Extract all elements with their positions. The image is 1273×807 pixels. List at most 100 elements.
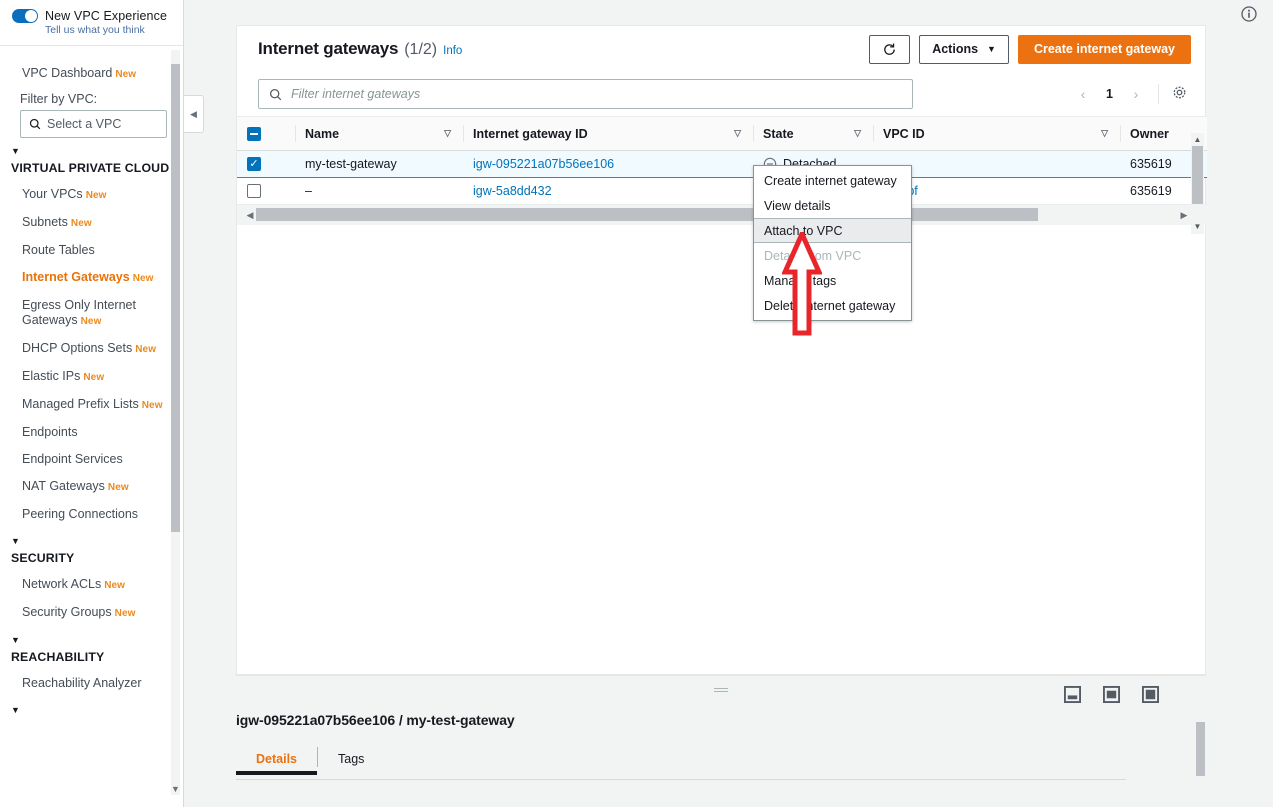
sidebar-item-vpc-dashboard[interactable]: VPC Dashboard New xyxy=(0,60,183,88)
section-caret-reachability[interactable]: ▼ xyxy=(0,627,183,645)
sidebar-item-label: VPC Dashboard xyxy=(22,66,113,80)
new-badge: New xyxy=(141,400,163,411)
sidebar-scroll-down-arrow[interactable]: ▼ xyxy=(171,785,180,795)
sidebar-scrollbar-thumb[interactable] xyxy=(171,64,180,532)
sidebar-item-route-tables[interactable]: Route Tables xyxy=(0,237,183,264)
detail-panel-scrollbar-thumb[interactable] xyxy=(1196,722,1205,776)
scroll-up-arrow[interactable]: ▲ xyxy=(1192,134,1203,146)
refresh-button[interactable] xyxy=(869,34,911,64)
column-header-vpc-id[interactable]: VPC ID ▽ xyxy=(873,116,1120,151)
table-horizontal-scrollbar[interactable]: ◀ ▶ xyxy=(237,205,1207,225)
row-checkbox[interactable] xyxy=(247,184,261,199)
column-label: State xyxy=(763,126,794,141)
actions-button[interactable]: Actions ▼ xyxy=(919,34,1009,64)
info-link[interactable]: Info xyxy=(443,45,462,57)
tab-tags[interactable]: Tags xyxy=(318,746,384,775)
table-row[interactable]: ✓ my-test-gateway igw-095221a07b56ee106 xyxy=(237,150,1207,178)
row-checkbox[interactable]: ✓ xyxy=(247,157,261,172)
table-header-row: Name ▽ Internet gateway ID ▽ State ▽ VPC… xyxy=(237,116,1207,151)
sidebar-item-egress-only-internet-gateways[interactable]: Egress Only Internet Gateways New xyxy=(0,292,183,335)
menu-item-delete-internet-gateway[interactable]: Delete internet gateway xyxy=(754,293,911,318)
internet-gateways-table-wrap: Name ▽ Internet gateway ID ▽ State ▽ VPC… xyxy=(237,116,1207,225)
panel-resize-handle[interactable] xyxy=(714,688,728,693)
sidebar-item-peering-connections[interactable]: Peering Connections xyxy=(0,501,183,528)
table-vertical-scrollbar[interactable]: ▲ ▼ xyxy=(1191,133,1204,234)
prev-page-button[interactable]: ‹ xyxy=(1070,81,1096,107)
scroll-left-arrow[interactable]: ◀ xyxy=(243,208,257,222)
menu-item-view-details[interactable]: View details xyxy=(754,193,911,218)
table-preferences-button[interactable] xyxy=(1168,85,1191,104)
sidebar-item-label: Security Groups xyxy=(22,605,112,619)
context-menu: Create internet gateway View details Att… xyxy=(753,165,912,321)
table-row[interactable]: – igw-5a8dd432 635619 xyxy=(237,177,1207,205)
internet-gateway-link[interactable]: igw-095221a07b56ee106 xyxy=(473,157,614,171)
sidebar-item-managed-prefix-lists[interactable]: Managed Prefix Lists New xyxy=(0,391,183,419)
sort-icon: ▽ xyxy=(444,128,451,138)
layout-split-panel-icon[interactable] xyxy=(1103,686,1120,703)
sidebar-item-elastic-ips[interactable]: Elastic IPs New xyxy=(0,363,183,391)
select-all-checkbox[interactable] xyxy=(247,126,261,141)
info-icon[interactable] xyxy=(1241,6,1257,22)
section-caret-security[interactable]: ▼ xyxy=(0,528,183,546)
sidebar-item-internet-gateways[interactable]: Internet Gateways New xyxy=(0,264,183,292)
actions-label: Actions xyxy=(932,42,979,56)
menu-item-attach-to-vpc[interactable]: Attach to VPC xyxy=(754,218,911,243)
vpc-select-input[interactable]: Select a VPC xyxy=(20,110,167,138)
horizontal-scrollbar-thumb[interactable] xyxy=(256,208,1038,221)
pagination: ‹ 1 › xyxy=(1070,81,1191,107)
cell-name: my-test-gateway xyxy=(295,150,463,178)
new-vpc-experience-toggle[interactable] xyxy=(12,9,38,23)
sort-icon: ▽ xyxy=(854,128,861,138)
scroll-right-arrow[interactable]: ▶ xyxy=(1177,208,1191,222)
sidebar-item-subnets[interactable]: Subnets New xyxy=(0,209,183,237)
section-caret-vpc[interactable]: ▼ xyxy=(0,138,183,156)
detail-panel-title: igw-095221a07b56ee106 / my-test-gateway xyxy=(236,712,515,728)
sidebar-item-dhcp-options-sets[interactable]: DHCP Options Sets New xyxy=(0,335,183,363)
menu-item-create-internet-gateway[interactable]: Create internet gateway xyxy=(754,168,911,193)
sidebar-item-endpoints[interactable]: Endpoints xyxy=(0,419,183,446)
sidebar-collapse-button[interactable]: ◀ xyxy=(184,95,204,133)
new-badge: New xyxy=(104,580,126,591)
tabs-underline xyxy=(236,779,1126,780)
row-select-cell: ✓ xyxy=(237,150,295,178)
internet-gateway-link[interactable]: igw-5a8dd432 xyxy=(473,184,552,198)
resource-count: (1/2) xyxy=(404,41,438,58)
sort-icon: ▽ xyxy=(1101,128,1108,138)
search-input[interactable]: Filter internet gateways xyxy=(258,79,913,109)
sidebar-item-endpoint-services[interactable]: Endpoint Services xyxy=(0,446,183,473)
create-internet-gateway-button[interactable]: Create internet gateway xyxy=(1017,34,1191,64)
panel-header: Internet gateways (1/2) Info Actions ▼ C… xyxy=(237,26,1205,72)
sidebar-item-label: Managed Prefix Lists xyxy=(22,397,139,411)
new-badge: New xyxy=(114,608,136,619)
filter-by-vpc-label: Filter by VPC: xyxy=(20,92,98,106)
scroll-down-arrow[interactable]: ▼ xyxy=(1192,221,1203,233)
vertical-scrollbar-thumb[interactable] xyxy=(1192,146,1203,204)
section-caret-bottom[interactable]: ▼ xyxy=(0,697,183,715)
layout-full-panel-icon[interactable] xyxy=(1142,686,1159,703)
sidebar-item-your-vpcs[interactable]: Your VPCs New xyxy=(0,181,183,209)
panel-layout-controls xyxy=(1064,686,1159,703)
sidebar-item-network-acls[interactable]: Network ACLs New xyxy=(0,571,183,599)
menu-item-detach-from-vpc: Detach from VPC xyxy=(764,248,862,263)
sidebar-nav: VPC Dashboard New Filter by VPC: Select a… xyxy=(0,46,183,807)
new-badge: New xyxy=(135,344,157,355)
chevron-right-icon: › xyxy=(1133,86,1139,102)
sidebar-item-label: Endpoint Services xyxy=(22,452,123,466)
sidebar-item-label: Internet Gateways xyxy=(22,270,130,284)
column-header-name[interactable]: Name ▽ xyxy=(295,116,463,151)
layout-bottom-panel-icon[interactable] xyxy=(1064,686,1081,703)
sidebar-item-reachability-analyzer[interactable]: Reachability Analyzer xyxy=(0,670,183,697)
menu-item-manage-tags[interactable]: Manage tags xyxy=(754,268,911,293)
page-number[interactable]: 1 xyxy=(1098,87,1121,101)
column-header-state[interactable]: State ▽ xyxy=(753,116,873,151)
column-label: Owner xyxy=(1130,126,1169,141)
tab-details[interactable]: Details xyxy=(236,746,317,775)
column-header-internet-gateway-id[interactable]: Internet gateway ID ▽ xyxy=(463,116,753,151)
feedback-link[interactable]: Tell us what you think xyxy=(45,24,171,36)
detail-panel-scrollbar[interactable] xyxy=(1196,722,1205,804)
sidebar-item-label: Your VPCs xyxy=(22,187,83,201)
sidebar-item-security-groups[interactable]: Security Groups New xyxy=(0,599,183,627)
section-title-vpc: VIRTUAL PRIVATE CLOUD xyxy=(11,161,170,175)
sidebar-item-nat-gateways[interactable]: NAT Gateways New xyxy=(0,473,183,501)
next-page-button[interactable]: › xyxy=(1123,81,1149,107)
